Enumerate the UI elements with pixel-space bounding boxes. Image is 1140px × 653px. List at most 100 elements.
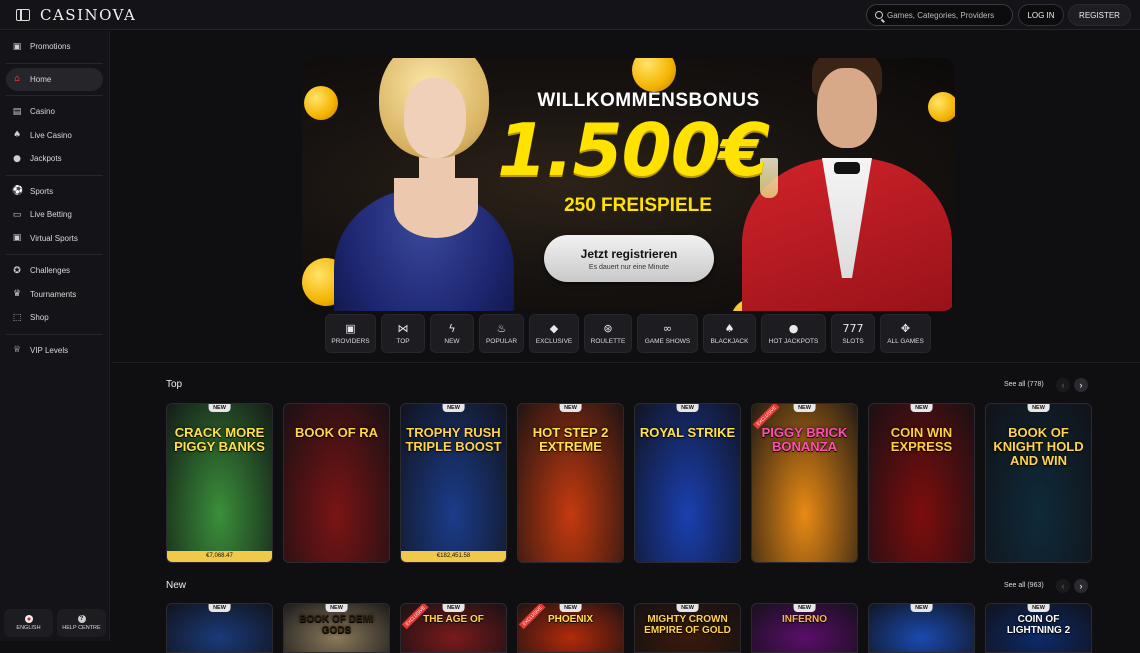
top-bar: CASINOVA LOG IN REGISTER	[0, 0, 1140, 30]
game-title: BOOK OF DEMI GODS	[299, 614, 374, 636]
hot-coin-icon: ●	[788, 321, 799, 335]
game-card[interactable]: NEW BOOK OF KNIGHT HOLD AND WIN	[985, 403, 1092, 563]
prev-arrow-icon[interactable]: ‹	[1056, 579, 1070, 593]
sidebar-item-label: Live Betting	[30, 210, 72, 220]
prev-arrow-icon[interactable]: ‹	[1056, 378, 1070, 392]
hero-banner[interactable]: WILLKOMMENSBONUS 1.500€ 250 FREISPIELE J…	[302, 58, 955, 311]
sidebar-item-home[interactable]: ⌂ Home	[6, 67, 103, 91]
register-cta-button[interactable]: Jetzt registrieren Es dauert nur eine Mi…	[544, 235, 714, 282]
game-card[interactable]: NEW EXCLUSIVE PIGGY BRICK BONANZA	[751, 403, 858, 563]
home-icon: ⌂	[14, 74, 20, 85]
jackpot-amount: €182,451.58	[401, 551, 506, 562]
search-box[interactable]	[866, 4, 1013, 26]
category-label: TOP	[396, 337, 410, 345]
777-icon: 777	[842, 321, 864, 335]
flame-icon: ♨	[496, 321, 507, 335]
game-card[interactable]: NEW EXCLUSIVE THE AGE OF	[400, 603, 507, 653]
sidebar-footer: ENGLISH ? HELP CENTRE	[4, 609, 106, 637]
games-row-top: NEW CRACK MORE PIGGY BANKS €7,068.47 BOOK O…	[166, 403, 1092, 563]
category-providers[interactable]: ▣ PROVIDERS	[325, 314, 376, 353]
section-title-new: New	[166, 580, 187, 591]
virtual-screen-icon: ▣	[12, 233, 22, 244]
game-card[interactable]: NEW HOT STEP 2 EXTREME	[517, 403, 624, 563]
search-icon	[875, 11, 883, 19]
game-card[interactable]: NEW MIGHTY CROWN EMPIRE OF GOLD	[634, 603, 741, 653]
sidebar-item-label: Casino	[30, 107, 55, 117]
nav-group-sports: ⚽ Sports ▭ Live Betting ▣ Virtual Sports	[6, 176, 103, 255]
nav-group-home: ⌂ Home	[6, 64, 103, 96]
category-slots[interactable]: 777 SLOTS	[831, 314, 875, 353]
register-button[interactable]: REGISTER	[1068, 4, 1131, 26]
new-badge: NEW	[793, 604, 816, 612]
game-card[interactable]: NEW	[166, 603, 273, 653]
new-badge: NEW	[676, 404, 699, 412]
language-button[interactable]: ENGLISH	[4, 609, 53, 637]
sidebar-item-live-casino[interactable]: ♠ Live Casino	[6, 124, 103, 148]
new-badge: NEW	[559, 404, 582, 412]
nav-group-casino: ▤ Casino ♠ Live Casino ● Jackpots	[6, 96, 103, 176]
sidebar-item-shop[interactable]: ⬚ Shop	[6, 306, 103, 330]
sidebar-item-sports[interactable]: ⚽ Sports	[6, 180, 103, 204]
game-card[interactable]: NEW BOOK OF DEMI GODS	[283, 603, 390, 653]
sidebar-item-challenges[interactable]: ✪ Challenges	[6, 259, 103, 283]
game-card[interactable]: BOOK OF RA	[283, 403, 390, 563]
game-title: MIGHTY CROWN EMPIRE OF GOLD	[644, 614, 731, 636]
category-popular[interactable]: ♨ POPULAR	[479, 314, 524, 353]
sidebar-item-vip-levels[interactable]: ♕ VIP Levels	[6, 339, 103, 363]
sidebar-item-label: Shop	[30, 313, 49, 323]
category-blackjack[interactable]: ♠ BLACKJACK	[703, 314, 756, 353]
sidebar-item-label: Challenges	[30, 266, 71, 276]
next-arrow-icon[interactable]: ›	[1074, 579, 1088, 593]
game-card[interactable]: NEW TROPHY RUSH TRIPLE BOOST €182,451.58	[400, 403, 507, 563]
sidebar-item-tournaments[interactable]: ♛ Tournaments	[6, 283, 103, 307]
category-roulette[interactable]: ⊛ ROULETTE	[584, 314, 632, 353]
see-all-top-link[interactable]: See all (778)	[1004, 381, 1044, 388]
bolt-icon: ϟ	[448, 321, 456, 335]
language-label: ENGLISH	[16, 625, 41, 631]
category-game-shows[interactable]: ∞ GAME SHOWS	[637, 314, 698, 353]
category-label: EXCLUSIVE	[535, 337, 573, 345]
cards-icon: ♠	[724, 321, 735, 335]
sidebar-item-casino[interactable]: ▤ Casino	[6, 100, 103, 124]
see-all-new-link[interactable]: See all (963)	[1004, 582, 1044, 589]
soccer-ball-icon: ⚽	[12, 186, 24, 197]
next-arrow-icon[interactable]: ›	[1074, 378, 1088, 392]
sidebar-item-promotions[interactable]: ▣ Promotions	[6, 35, 103, 59]
category-exclusive[interactable]: ◆ EXCLUSIVE	[529, 314, 579, 353]
medal-icon: ✪	[13, 265, 21, 276]
category-label: ALL GAMES	[887, 337, 924, 345]
category-label: PROVIDERS	[331, 337, 370, 345]
category-hot-jackpots[interactable]: ● HOT JACKPOTS	[761, 314, 826, 353]
sidebar-item-label: Tournaments	[30, 289, 77, 299]
sidebar-item-virtual-sports[interactable]: ▣ Virtual Sports	[6, 227, 103, 251]
login-button[interactable]: LOG IN	[1018, 4, 1064, 26]
category-new[interactable]: ϟ NEW	[430, 314, 474, 353]
new-badge: NEW	[910, 404, 933, 412]
sidebar-item-jackpots[interactable]: ● Jackpots	[6, 147, 103, 171]
sidebar: ▣ Promotions ⌂ Home ▤ Casino ♠ Live Casino ●…	[0, 31, 110, 641]
help-centre-button[interactable]: ? HELP CENTRE	[57, 609, 106, 637]
new-badge: NEW	[442, 404, 465, 412]
game-card[interactable]: NEW ROYAL STRIKE	[634, 403, 741, 563]
mask-icon: ∞	[662, 321, 673, 335]
coin-decoration	[632, 58, 676, 92]
category-label: NEW	[444, 337, 460, 345]
game-card[interactable]: NEW EXCLUSIVE PHOENIX	[517, 603, 624, 653]
game-card[interactable]: NEW CRACK MORE PIGGY BANKS €7,068.47	[166, 403, 273, 563]
sidebar-item-label: Jackpots	[30, 154, 62, 164]
logo[interactable]: CASINOVA	[40, 6, 136, 24]
category-all-games[interactable]: ✥ ALL GAMES	[880, 314, 931, 353]
game-card[interactable]: NEW INFERNO	[751, 603, 858, 653]
game-card[interactable]: NEW	[868, 603, 975, 653]
nav-group-vip: ♕ VIP Levels	[6, 335, 103, 367]
sidebar-toggle-icon[interactable]	[16, 8, 30, 21]
game-title: BOOK OF RA	[294, 425, 379, 440]
sidebar-item-label: Home	[30, 74, 52, 84]
search-input[interactable]	[887, 10, 1007, 20]
sidebar-item-live-betting[interactable]: ▭ Live Betting	[6, 203, 103, 227]
category-top[interactable]: ⋈ TOP	[381, 314, 425, 353]
trophy-icon: ♛	[12, 289, 22, 300]
game-card[interactable]: NEW COIN WIN EXPRESS	[868, 403, 975, 563]
new-badge: NEW	[793, 404, 816, 412]
game-card[interactable]: NEW COIN OF LIGHTNING 2	[985, 603, 1092, 653]
